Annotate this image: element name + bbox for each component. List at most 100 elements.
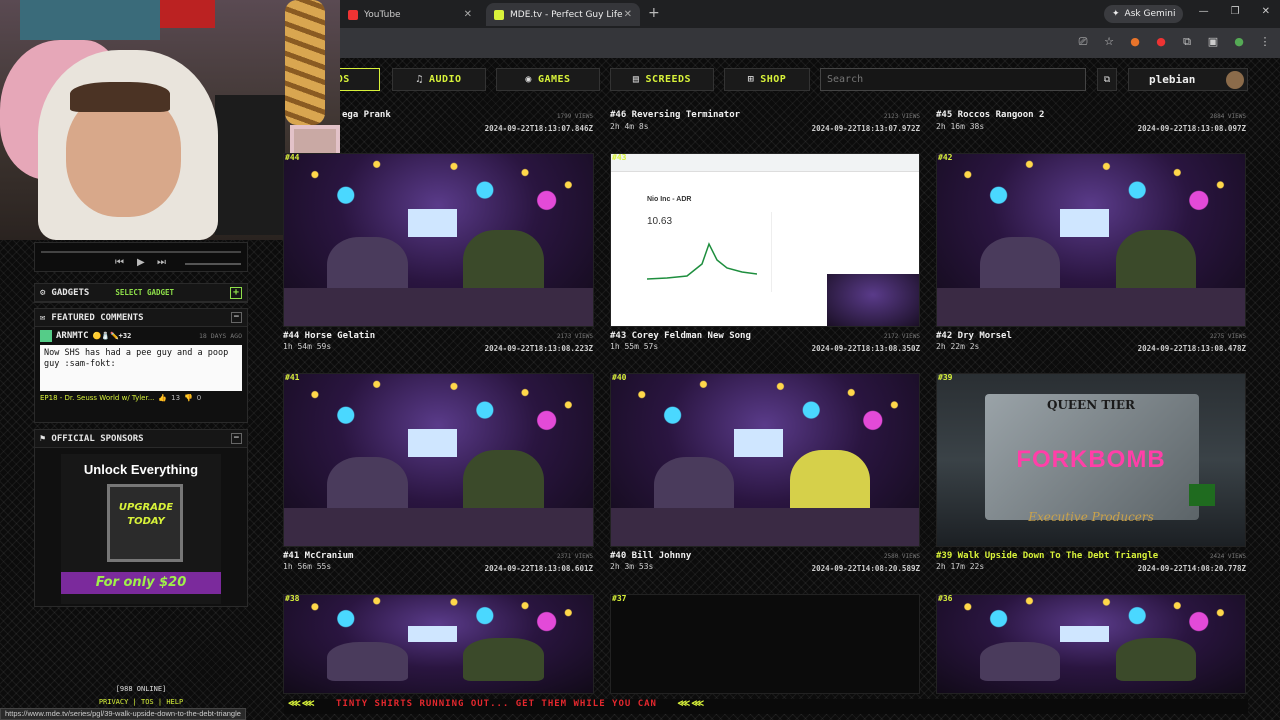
episode-link[interactable]: EP18 - Dr. Seuss World w/ Tyler... [40, 394, 154, 402]
video-date: 2024-09-22T18:13:08.350Z [811, 344, 920, 353]
nav-shop[interactable]: ⊞ SHOP [724, 68, 810, 91]
video-thumbnail[interactable] [283, 594, 594, 694]
video-duration: 2h 16m 38s [936, 122, 985, 131]
sponsor-banner[interactable]: Unlock Everything UPGRADE TODAY For only… [61, 454, 221, 604]
video-date: 2024-09-22T18:13:08.478Z [1137, 344, 1246, 353]
video-date: 2024-09-22T18:13:07.846Z [484, 124, 593, 133]
video-date: 2024-09-22T18:13:08.097Z [1137, 124, 1246, 133]
video-title[interactable]: #45 Roccos Rangoon 2 [936, 110, 1044, 120]
nav-audio[interactable]: ♫ AUDIO [392, 68, 486, 91]
puzzle-icon[interactable]: ⧉ [1180, 35, 1194, 49]
video-title[interactable]: #42 Dry Morsel [936, 331, 1012, 341]
host [980, 642, 1061, 682]
add-gadget-button[interactable]: + [230, 286, 242, 299]
monitor [1060, 209, 1110, 237]
video-title[interactable]: #44 Horse Gelatin [283, 331, 375, 341]
restore-icon[interactable]: ❐ [1231, 6, 1240, 17]
wall-poster [20, 0, 160, 40]
extension-icon[interactable]: ● [1154, 35, 1168, 49]
comment-icon: ✉ [40, 312, 46, 323]
video-thumbnail[interactable] [936, 153, 1246, 327]
collapse-button[interactable]: − [231, 312, 242, 323]
help-link[interactable]: HELP [166, 698, 183, 706]
studio-lights [611, 374, 919, 478]
user-badges: 🟡🧂✏️+32 [92, 332, 132, 340]
stock-title: Nio Inc - ADR [647, 196, 692, 203]
video-thumbnail[interactable] [283, 373, 594, 547]
episode-number-badge: #44 [285, 153, 300, 162]
close-window-icon[interactable]: ✕ [1262, 6, 1270, 17]
close-icon[interactable]: ✕ [464, 9, 472, 20]
tos-link[interactable]: TOS [141, 698, 154, 706]
studio-lights [937, 595, 1245, 654]
extension-icon[interactable]: ● [1128, 35, 1142, 49]
floor [937, 288, 1245, 326]
minimize-icon[interactable]: — [1199, 6, 1209, 17]
news-ticker: ⋘⋘ TINTY SHIRTS RUNNING OUT... GET THEM … [284, 699, 1248, 714]
tab-youtube[interactable]: YouTube ✕ [340, 3, 480, 26]
video-title[interactable]: #39 Walk Upside Down To The Debt Triangl… [936, 551, 1158, 561]
collapse-button[interactable]: − [231, 433, 242, 444]
notifications-button[interactable]: ⧉ [1097, 68, 1117, 91]
ticker-message[interactable]: TINTY SHIRTS RUNNING OUT... GET THEM WHI… [336, 699, 657, 709]
panel-title: GADGETS [51, 287, 90, 298]
dislike-count: 0 [196, 394, 202, 402]
studio-inset [827, 274, 919, 326]
video-duration: 1h 55m 57s [610, 342, 659, 351]
video-thumbnail[interactable] [610, 594, 920, 694]
profile-icon[interactable]: ● [1232, 35, 1246, 49]
video-title[interactable]: #43 Corey Feldman New Song [610, 331, 751, 341]
audio-player: ⏮ ▶ ⏭ [34, 242, 248, 272]
video-title[interactable]: ega Prank [342, 110, 391, 120]
tv-graphic: UPGRADE TODAY [107, 484, 183, 562]
video-views: 2371 VIEWS [556, 553, 593, 560]
thumbs-down-icon[interactable]: 👎 [184, 394, 193, 402]
ask-gemini-label: Ask Gemini [1124, 9, 1176, 19]
next-icon[interactable]: ⏭ [157, 257, 166, 268]
close-icon[interactable]: ✕ [624, 9, 632, 20]
video-date: 2024-09-22T18:13:08.601Z [484, 564, 593, 573]
new-tab-icon[interactable]: + [648, 5, 660, 21]
select-gadget-dropdown[interactable]: SELECT GADGET [115, 288, 174, 297]
nav-label: SCREEDS [645, 74, 692, 85]
ask-gemini-button[interactable]: ✦ Ask Gemini [1104, 5, 1184, 23]
play-icon[interactable]: ▶ [137, 257, 145, 268]
featured-comments-panel: ✉ FEATURED COMMENTS − ARNMTC 🟡🧂✏️+32 18 … [34, 308, 248, 423]
search-input[interactable] [820, 68, 1086, 91]
host [463, 638, 544, 682]
video-thumbnail[interactable] [283, 153, 594, 327]
thumb-caption: QUEEN TIER [1046, 398, 1136, 412]
volume-slider[interactable] [185, 263, 241, 265]
previous-icon[interactable]: ⏮ [115, 257, 124, 268]
comment-time: 18 DAYS AGO [198, 332, 242, 340]
menu-icon[interactable]: ⋮ [1258, 35, 1272, 49]
video-title[interactable]: #40 Bill Johnny [610, 551, 691, 561]
user-menu[interactable]: plebian [1128, 68, 1248, 91]
episode-number-badge: #41 [285, 373, 300, 382]
sponsor-price: For only $20 [61, 572, 221, 594]
comment-username[interactable]: ARNMTC [56, 331, 89, 341]
video-title[interactable]: #46 Reversing Terminator [610, 110, 740, 120]
browser-bar-graphic [611, 154, 919, 172]
side-panel-graphic [771, 212, 831, 292]
video-date: 2024-09-22T18:13:08.223Z [484, 344, 593, 353]
video-thumbnail[interactable]: QUEEN TIER FORKBOMB Executive Producers [936, 373, 1246, 547]
video-thumbnail[interactable] [610, 373, 920, 547]
privacy-link[interactable]: PRIVACY [99, 698, 129, 706]
cast-icon[interactable]: ⎚ [1076, 35, 1090, 49]
nav-games[interactable]: ◉ GAMES [496, 68, 600, 91]
tab-mdetv[interactable]: MDE.tv - Perfect Guy Life ✕ [486, 3, 640, 26]
flag-icon: ⚑ [40, 433, 46, 444]
host [1115, 638, 1196, 682]
sidepanel-icon[interactable]: ▣ [1206, 35, 1220, 49]
nav-screeds[interactable]: ▤ SCREEDS [610, 68, 714, 91]
window-controls: — ❐ ✕ [1199, 6, 1270, 17]
thumbs-up-icon[interactable]: 👍 [158, 394, 167, 402]
player-progress[interactable] [41, 251, 241, 253]
video-title[interactable]: #41 McCranium [283, 551, 353, 561]
monitor [734, 429, 784, 457]
bookmark-star-icon[interactable]: ☆ [1102, 35, 1116, 49]
video-thumbnail[interactable] [936, 594, 1246, 694]
giraffe-plush [285, 0, 325, 125]
video-thumbnail[interactable]: Nio Inc - ADR 10.63 [610, 153, 920, 327]
